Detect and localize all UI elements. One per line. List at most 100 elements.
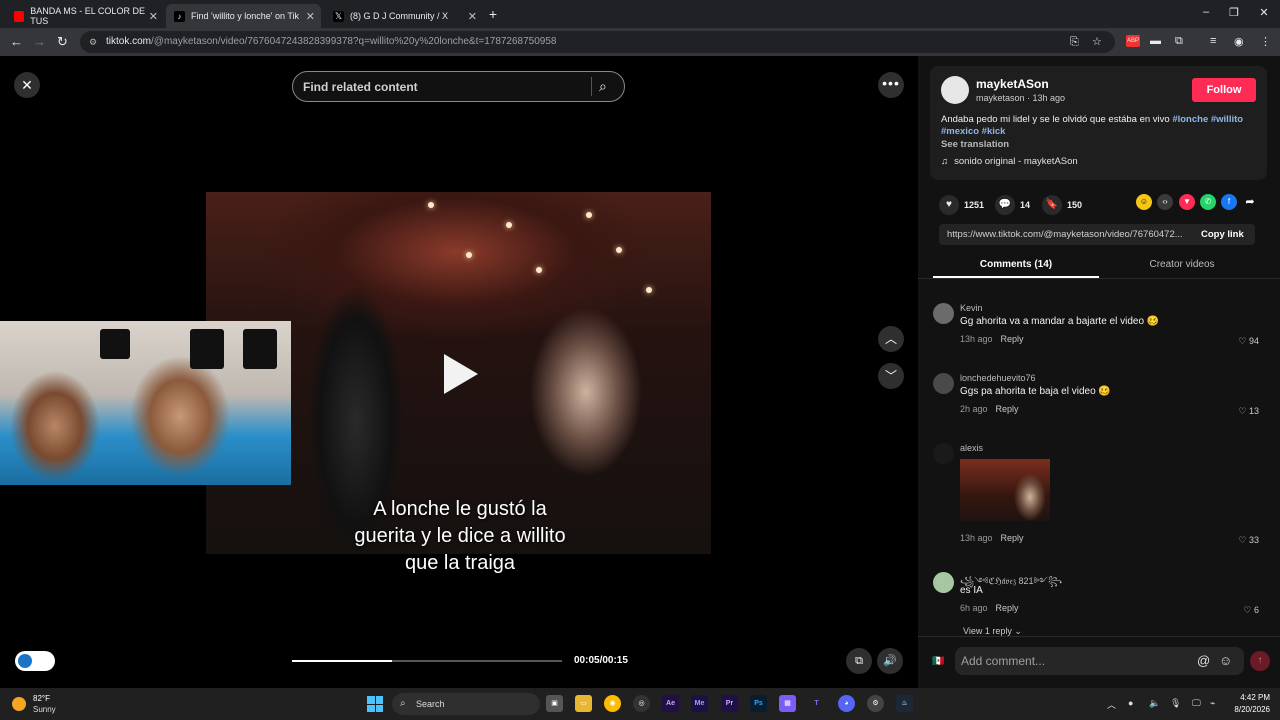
share-arrow-icon[interactable]: ➦ — [1242, 194, 1258, 210]
follow-button[interactable]: Follow — [1192, 78, 1256, 102]
steam-icon[interactable]: ♨ — [896, 695, 913, 712]
close-icon[interactable]: ✕ — [306, 10, 315, 23]
comment-stat[interactable]: 💬 14 — [995, 195, 1030, 215]
save-stat[interactable]: 🔖 150 — [1042, 195, 1082, 215]
extensions-puzzle-icon[interactable]: ⧉ — [1175, 35, 1183, 48]
comment-like[interactable]: ♡ 94 — [1238, 336, 1259, 347]
minimize-button[interactable]: – — [1196, 6, 1216, 18]
obs-icon[interactable]: ◎ — [633, 695, 650, 712]
window-close-button[interactable]: ✕ — [1254, 6, 1274, 19]
sun-icon[interactable] — [12, 697, 26, 711]
tab-tiktok[interactable]: ♪ Find 'willito y lonche' on Tik ✕ — [166, 4, 321, 28]
network-icon[interactable]: ⌁ — [1210, 698, 1215, 709]
heart-outline-icon[interactable]: ♡ — [1238, 406, 1246, 416]
hashtag-link[interactable]: #willito — [1211, 114, 1243, 125]
app-icon[interactable]: ▦ — [779, 695, 796, 712]
copy-link-button[interactable]: Copy link — [1201, 229, 1244, 240]
discord-icon[interactable]: ◕ — [838, 695, 855, 712]
heart-icon[interactable]: ♥ — [939, 195, 959, 215]
taskbar-search[interactable]: ⌕ Search — [392, 693, 540, 715]
comment-icon[interactable]: 💬 — [995, 195, 1015, 215]
previous-video-button[interactable]: ︿ — [878, 326, 904, 352]
comment-username[interactable]: lonchedehuevito76 — [960, 373, 1036, 383]
task-view-icon[interactable]: ▣ — [546, 695, 563, 712]
comment-like[interactable]: ♡ 13 — [1238, 406, 1259, 417]
maximize-button[interactable]: ❐ — [1224, 6, 1244, 19]
progress-bar[interactable] — [292, 660, 562, 662]
windows-start-icon[interactable] — [367, 696, 383, 712]
close-icon[interactable]: ✕ — [468, 10, 477, 23]
music-row[interactable]: ♫ sonido original - mayketASon — [941, 156, 1078, 167]
media-encoder-icon[interactable]: Me — [691, 695, 708, 712]
hashtag-link[interactable]: #mexico — [941, 126, 979, 137]
mexico-flag-icon[interactable]: 🇲🇽 — [932, 656, 944, 667]
hashtag-link[interactable]: #lonche — [1172, 114, 1208, 125]
chevron-up-icon[interactable]: ︿ — [1107, 698, 1116, 711]
chrome-icon[interactable]: ◉ — [604, 695, 621, 712]
file-explorer-icon[interactable]: ▭ — [575, 695, 592, 712]
friends-share-icon[interactable]: ☺ — [1136, 194, 1152, 210]
comment-username[interactable]: alexis — [960, 443, 983, 453]
hashtag-link[interactable]: #kick — [982, 126, 1006, 137]
photoshop-icon[interactable]: Ps — [750, 695, 767, 712]
send-share-icon[interactable]: ▼ — [1179, 194, 1195, 210]
embed-code-icon[interactable]: ‹› — [1157, 194, 1173, 210]
avatar[interactable] — [933, 373, 954, 394]
avatar[interactable] — [933, 303, 954, 324]
heart-outline-icon[interactable]: ♡ — [1238, 535, 1246, 545]
tab-comments[interactable]: Comments (14) — [933, 259, 1099, 270]
comment-input[interactable] — [961, 647, 1191, 675]
speaker-icon[interactable]: 🔈 — [1149, 698, 1160, 709]
back-icon[interactable]: ← — [10, 34, 23, 49]
extension-icon[interactable]: ▬ — [1150, 35, 1161, 47]
related-search-box[interactable]: ⌕ — [292, 71, 625, 102]
app-icon[interactable]: T — [808, 695, 825, 712]
whatsapp-icon[interactable]: ✆ — [1200, 194, 1216, 210]
reply-button[interactable]: Reply — [996, 603, 1019, 613]
tab-x[interactable]: 𝕏 (8) G D J Community / X ✕ — [325, 4, 483, 28]
heart-outline-icon[interactable]: ♡ — [1243, 605, 1251, 615]
search-input[interactable] — [303, 72, 588, 101]
avatar[interactable] — [933, 572, 954, 593]
comment-username[interactable]: Kevin — [960, 303, 983, 313]
clock-time[interactable]: 4:42 PM — [1234, 693, 1270, 702]
new-tab-button[interactable]: + — [483, 6, 503, 22]
app-icon[interactable]: ⚙ — [867, 695, 884, 712]
comment-like[interactable]: ♡ 6 — [1243, 605, 1259, 616]
next-video-button[interactable]: ﹀ — [878, 363, 904, 389]
close-video-button[interactable]: ✕ — [14, 72, 40, 98]
bookmark-icon[interactable]: 🔖 — [1042, 195, 1062, 215]
tray-app-icon[interactable]: ● — [1128, 698, 1133, 708]
install-icon[interactable]: ⎘ — [1070, 31, 1079, 53]
forward-icon[interactable]: → — [33, 34, 46, 49]
reply-button[interactable]: Reply — [1001, 334, 1024, 344]
heart-outline-icon[interactable]: ♡ — [1238, 336, 1246, 346]
like-stat[interactable]: ♥ 1251 — [939, 195, 984, 215]
mention-icon[interactable]: @ — [1197, 653, 1210, 668]
tab-creator-videos[interactable]: Creator videos — [1099, 259, 1265, 270]
menu-kebab-icon[interactable]: ⋮ — [1260, 35, 1271, 48]
bookmark-star-icon[interactable]: ☆ — [1092, 31, 1102, 53]
reload-icon[interactable]: ↻ — [57, 34, 68, 50]
site-info-icon[interactable]: ⚙ — [89, 31, 97, 53]
play-icon[interactable] — [444, 354, 478, 394]
volume-button[interactable]: 🔊 — [877, 648, 903, 674]
avatar[interactable] — [941, 76, 969, 104]
address-bar[interactable]: ⚙ tiktok.com/@mayketason/video/767604724… — [80, 31, 1115, 53]
adblock-extension-icon[interactable]: ABP — [1126, 35, 1140, 47]
see-translation-link[interactable]: See translation — [941, 139, 1009, 150]
comment-input-box[interactable]: @ ☺ — [955, 647, 1244, 675]
post-comment-button[interactable]: ↑ — [1250, 651, 1270, 671]
search-icon[interactable]: ⌕ — [599, 78, 607, 95]
clock-date[interactable]: 8/20/2026 — [1226, 705, 1270, 714]
reply-button[interactable]: Reply — [996, 404, 1019, 414]
floating-player-button[interactable]: ⧉ — [846, 648, 872, 674]
creator-name[interactable]: mayketASon — [976, 77, 1049, 91]
reply-button[interactable]: Reply — [1001, 533, 1024, 543]
autoscroll-toggle[interactable] — [15, 651, 55, 671]
weather-temp[interactable]: 82°F — [33, 694, 50, 703]
premiere-icon[interactable]: Pr — [721, 695, 738, 712]
weather-condition[interactable]: Sunny — [33, 705, 56, 714]
close-icon[interactable]: ✕ — [149, 10, 158, 23]
tab-youtube[interactable]: BANDA MS - EL COLOR DE TUS ✕ — [6, 4, 164, 28]
